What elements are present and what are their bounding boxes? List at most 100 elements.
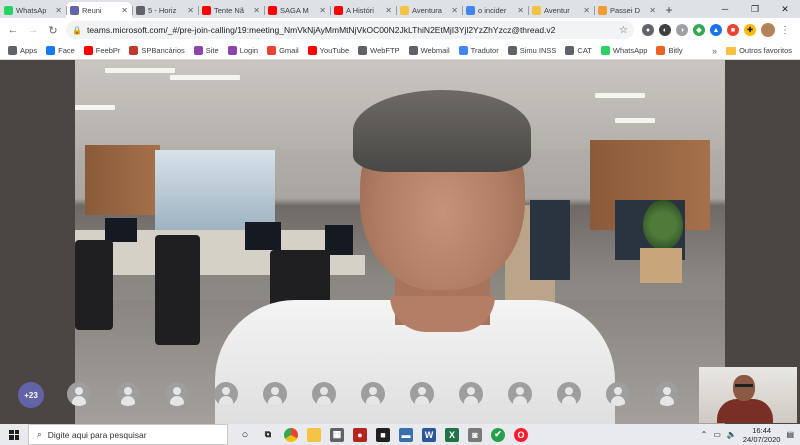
reload-button[interactable]: ↻	[44, 21, 62, 39]
app-icon[interactable]: ✔	[491, 427, 505, 442]
bookmark-item[interactable]: YouTube	[307, 46, 350, 55]
opera-icon[interactable]: O	[514, 427, 528, 442]
more-bookmarks-icon[interactable]: »	[712, 46, 717, 56]
participant-avatar[interactable]	[116, 382, 140, 406]
participant-count-badge[interactable]: +23	[18, 382, 44, 408]
word-icon[interactable]: W	[422, 427, 436, 442]
bookmark-item[interactable]: Simu INSS	[507, 46, 556, 55]
bookmark-item[interactable]: WhatsApp	[600, 46, 647, 55]
close-tab-icon[interactable]: ✕	[517, 6, 524, 15]
start-button[interactable]	[0, 424, 28, 445]
whatsapp-icon	[4, 5, 13, 15]
participant-avatar[interactable]	[410, 382, 434, 406]
bookmark-item[interactable]: Tradutor	[458, 46, 499, 55]
forward-button[interactable]: →	[24, 21, 42, 39]
bookmark-star-icon[interactable]: ☆	[619, 25, 628, 36]
extension-icon[interactable]: ■	[727, 24, 739, 36]
close-tab-icon[interactable]: ✕	[319, 6, 326, 15]
url-text: teams.microsoft.com/_#/pre-join-calling/…	[86, 25, 556, 35]
browser-tab[interactable]: A Históri ✕	[330, 2, 396, 18]
menu-icon[interactable]: ⋮	[780, 25, 790, 36]
participant-avatar[interactable]	[508, 382, 532, 406]
cortana-icon[interactable]: ○	[238, 428, 252, 442]
maximize-button[interactable]: ❐	[740, 0, 770, 18]
close-tab-icon[interactable]: ✕	[187, 6, 194, 15]
notifications-icon[interactable]: ▤	[786, 430, 794, 439]
camera-extension-icon[interactable]: ●	[642, 24, 654, 36]
bookmark-item[interactable]: SPBancários	[129, 46, 185, 55]
close-tab-icon[interactable]: ✕	[55, 6, 62, 15]
extension-icon[interactable]: ◆	[693, 24, 705, 36]
close-tab-icon[interactable]: ✕	[121, 6, 128, 15]
file-explorer-icon[interactable]	[307, 427, 321, 442]
close-tab-icon[interactable]: ✕	[253, 6, 260, 15]
bookmark-item[interactable]: Webmail	[408, 46, 450, 55]
tab-title: Passei D	[610, 5, 641, 15]
app-icon[interactable]: ■	[376, 427, 390, 442]
browser-tab[interactable]: SAGA M ✕	[264, 2, 330, 18]
bookmark-item[interactable]: CAT	[565, 46, 592, 55]
participant-avatar[interactable]	[655, 382, 679, 406]
participant-avatar[interactable]	[165, 382, 189, 406]
bookmark-item[interactable]: Login	[227, 46, 258, 55]
participant-avatar[interactable]	[557, 382, 581, 406]
folder-icon	[726, 46, 737, 55]
participant-avatar[interactable]	[606, 382, 630, 406]
bookmark-item[interactable]: Site	[193, 46, 219, 55]
bookmark-item[interactable]: Face	[46, 46, 75, 55]
bookmark-label: Apps	[20, 46, 38, 55]
browser-tab[interactable]: Passei D ✕	[594, 2, 660, 18]
new-tab-button[interactable]: +	[660, 2, 678, 18]
browser-tab[interactable]: Aventura ✕	[396, 2, 462, 18]
chevron-up-icon[interactable]: ⌃	[701, 430, 708, 439]
participant-avatar[interactable]	[214, 382, 238, 406]
close-tab-icon[interactable]: ✕	[451, 6, 458, 15]
taskbar-search[interactable]: ⌕ Digite aqui para pesquisar	[28, 424, 228, 445]
participant-avatar[interactable]	[361, 382, 385, 406]
self-view-video[interactable]	[699, 367, 797, 423]
translate-icon	[458, 46, 468, 55]
bookmark-item[interactable]: WebFTP	[358, 46, 400, 55]
extension-icon[interactable]: ▲	[710, 24, 722, 36]
browser-tab[interactable]: Reuni ✕	[66, 2, 132, 18]
puzzle-icon[interactable]: ✚	[744, 24, 756, 36]
participant-avatar[interactable]	[459, 382, 483, 406]
close-tab-icon[interactable]: ✕	[385, 6, 392, 15]
volume-icon[interactable]: 🔈	[727, 430, 737, 439]
bookmark-item[interactable]: FeebPr	[83, 46, 120, 55]
bookmark-item[interactable]: Apps	[8, 46, 37, 55]
participant-avatar[interactable]	[312, 382, 336, 406]
back-button[interactable]: ←	[4, 21, 22, 39]
address-bar[interactable]: 🔒 teams.microsoft.com/_#/pre-join-callin…	[66, 21, 634, 39]
login-icon	[227, 46, 237, 55]
close-window-button[interactable]: ✕	[770, 0, 800, 18]
other-bookmarks[interactable]: Outros favoritos	[726, 46, 800, 55]
clock[interactable]: 16:44 24/07/2020	[743, 426, 781, 444]
extension-icon[interactable]: ◐	[659, 24, 671, 36]
minimize-button[interactable]: ─	[710, 0, 740, 18]
extension-icon[interactable]: ◑	[676, 24, 688, 36]
calculator-icon[interactable]: ▦	[330, 427, 344, 442]
close-tab-icon[interactable]: ✕	[583, 6, 590, 15]
app-icon[interactable]: ●	[353, 427, 367, 442]
camera-icon[interactable]: ◙	[468, 427, 482, 442]
browser-tab[interactable]: WhatsAp ✕	[0, 2, 66, 18]
participant-avatar[interactable]	[67, 382, 91, 406]
bookmark-label: YouTube	[319, 46, 350, 55]
task-view-icon[interactable]: ⧉	[261, 428, 275, 442]
lock-icon: 🔒	[72, 25, 82, 35]
profile-avatar[interactable]	[761, 23, 775, 37]
app-icon[interactable]: ▬	[399, 427, 413, 442]
browser-tab[interactable]: 5 - Horiz ✕	[132, 2, 198, 18]
chrome-icon[interactable]	[284, 427, 298, 442]
participant-avatar[interactable]	[263, 382, 287, 406]
bookmark-item[interactable]: Gmail	[267, 46, 299, 55]
browser-tab[interactable]: Aventur ✕	[528, 2, 594, 18]
tab-title: Aventura	[412, 5, 442, 15]
bookmark-item[interactable]: Bitly	[656, 46, 683, 55]
network-icon[interactable]: ▭	[713, 430, 721, 439]
browser-tab[interactable]: Tente Nã ✕	[198, 2, 264, 18]
browser-tab[interactable]: o incider ✕	[462, 2, 528, 18]
excel-icon[interactable]: X	[445, 427, 459, 442]
close-tab-icon[interactable]: ✕	[649, 6, 656, 15]
